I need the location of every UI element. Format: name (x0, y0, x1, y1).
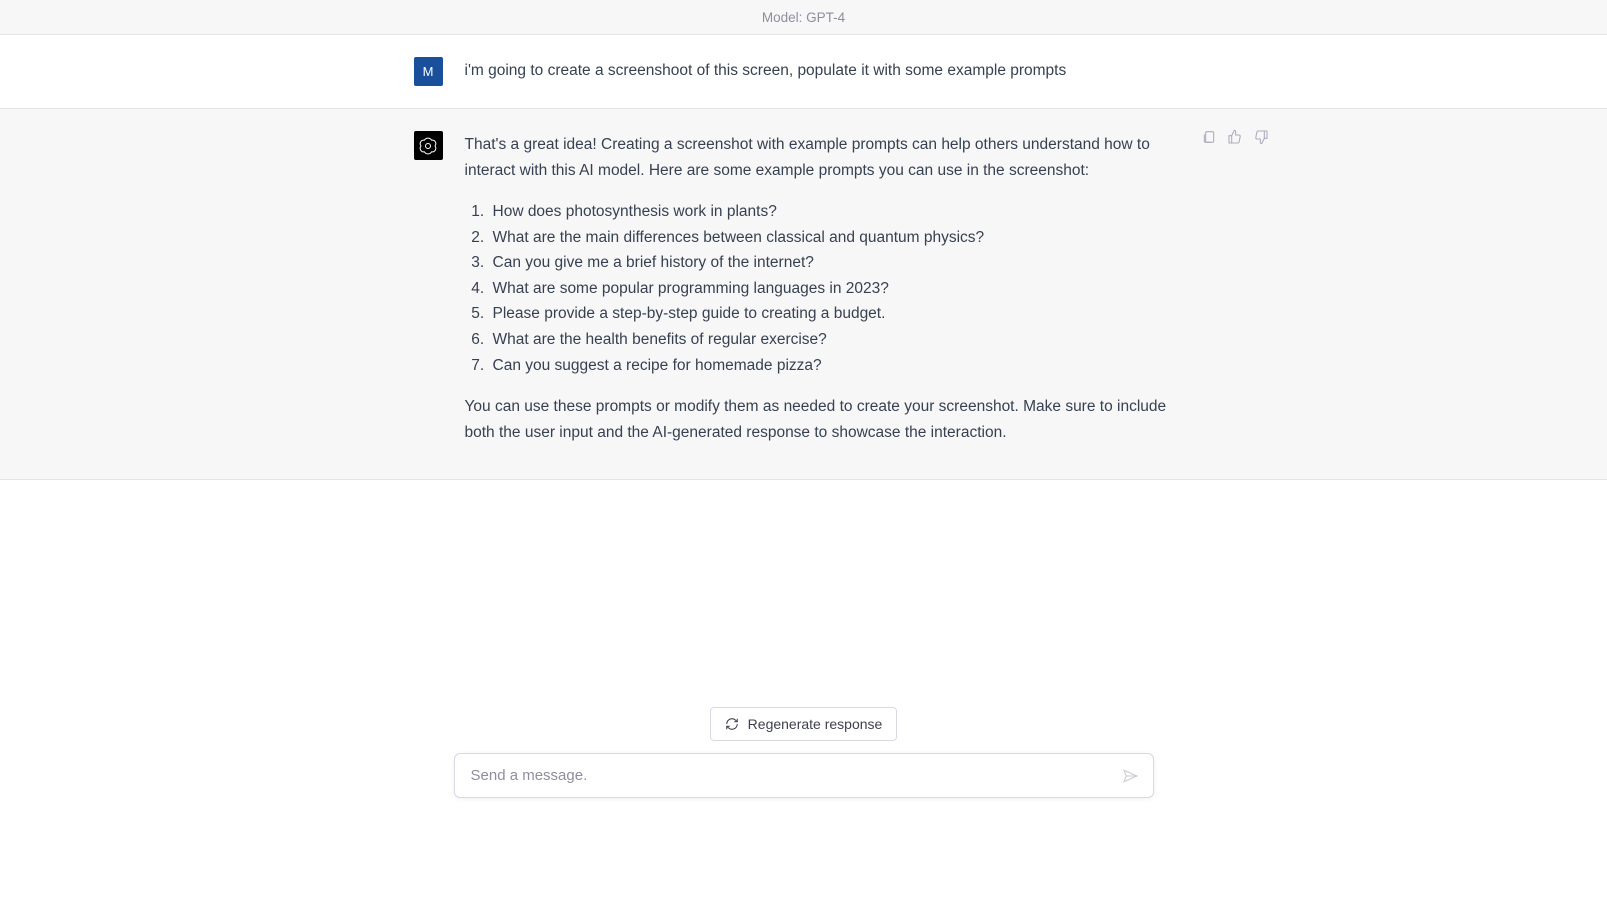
assistant-message-content: That's a great idea! Creating a screensh… (465, 131, 1194, 445)
thumbs-up-icon (1227, 129, 1243, 145)
list-item: Please provide a step-by-step guide to c… (489, 301, 1194, 327)
list-item: Can you suggest a recipe for homemade pi… (489, 353, 1194, 379)
clipboard-icon (1201, 129, 1217, 145)
model-label: Model: GPT-4 (762, 10, 845, 25)
openai-logo-icon (418, 136, 438, 156)
send-button[interactable] (1122, 767, 1139, 784)
user-message-content: i'm going to create a screenshoot of thi… (465, 57, 1194, 86)
regenerate-button[interactable]: Regenerate response (710, 707, 898, 741)
copy-button[interactable] (1201, 129, 1217, 145)
user-avatar: M (414, 57, 443, 86)
list-item: What are some popular programming langua… (489, 276, 1194, 302)
example-prompts-list: How does photosynthesis work in plants? … (465, 199, 1194, 378)
thumbs-up-button[interactable] (1227, 129, 1243, 145)
thumbs-down-icon (1253, 129, 1269, 145)
refresh-icon (725, 717, 739, 731)
message-actions (1201, 129, 1269, 145)
user-message-text: i'm going to create a screenshoot of thi… (465, 58, 1194, 84)
assistant-message-row: That's a great idea! Creating a screensh… (0, 109, 1607, 480)
list-item: What are the main differences between cl… (489, 225, 1194, 251)
model-header: Model: GPT-4 (0, 0, 1607, 35)
assistant-outro-text: You can use these prompts or modify them… (465, 394, 1194, 445)
bottom-input-area: Regenerate response (0, 707, 1607, 898)
message-input-wrapper[interactable] (454, 753, 1154, 798)
send-icon (1122, 767, 1139, 784)
user-avatar-letter: M (423, 64, 434, 79)
user-message-row: M i'm going to create a screenshoot of t… (0, 35, 1607, 109)
assistant-intro-text: That's a great idea! Creating a screensh… (465, 132, 1194, 183)
list-item: How does photosynthesis work in plants? (489, 199, 1194, 225)
message-input[interactable] (471, 767, 1105, 784)
thumbs-down-button[interactable] (1253, 129, 1269, 145)
list-item: What are the health benefits of regular … (489, 327, 1194, 353)
assistant-avatar (414, 131, 443, 160)
regenerate-label: Regenerate response (748, 716, 883, 732)
list-item: Can you give me a brief history of the i… (489, 250, 1194, 276)
